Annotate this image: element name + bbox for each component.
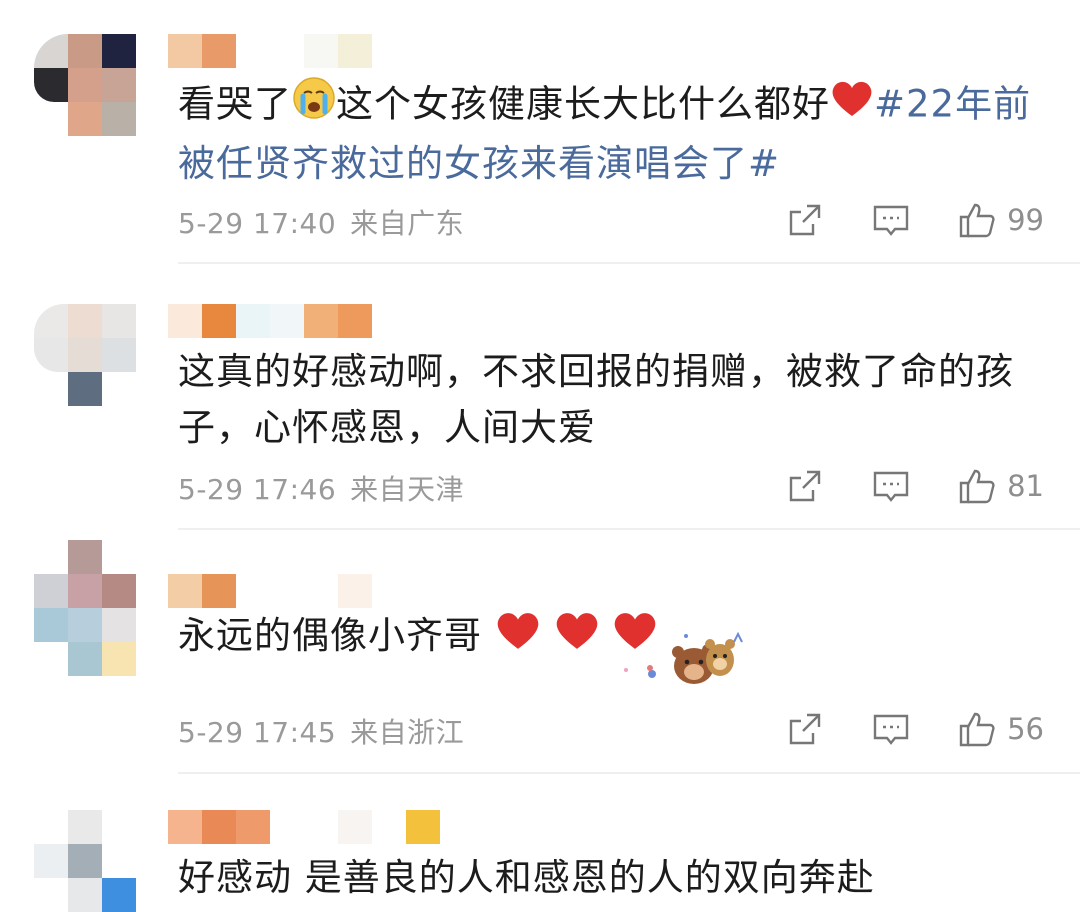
comment-icon[interactable] [871,466,911,506]
comment-text: 看哭了 这个女孩健康长大比什么都好 #22年前被任贤齐救过的女孩来看演唱会了# [178,76,1038,192]
divider [178,262,1080,264]
comment-text: 这真的好感动啊，不求回报的捐赠，被救了命的孩子，心怀感恩，人间大爱 [178,350,1014,449]
username[interactable] [168,810,440,844]
ip-location: 来自广东 [350,207,465,240]
like-button[interactable]: 56 [957,709,1044,749]
timestamp: 5-29 17:40 [178,207,337,240]
like-count: 99 [1007,203,1044,237]
like-button[interactable]: 81 [957,466,1044,506]
share-icon[interactable] [785,709,825,749]
share-icon[interactable] [785,466,825,506]
red-heart-emoji [830,78,874,134]
bear-sticker [624,631,743,684]
like-count: 56 [1007,712,1044,746]
comment-meta: 5-29 17:45 来自浙江 [178,711,478,751]
username[interactable] [168,304,408,338]
crying-face-emoji [292,76,336,136]
comment-text: 永远的偶像小齐哥 [178,608,1038,667]
action-bar: 56 [785,709,1044,749]
red-heart-emoji [554,609,600,667]
timestamp: 5-29 17:46 [178,473,337,506]
thumbs-up-icon [959,469,995,504]
like-count: 81 [1007,469,1044,503]
action-bar: 99 [785,200,1044,240]
comment-meta: 5-29 17:40 来自广东 [178,202,478,242]
timestamp: 5-29 17:45 [178,716,337,749]
like-button[interactable]: 99 [957,200,1044,240]
comment-icon[interactable] [871,709,911,749]
action-bar: 81 [785,466,1044,506]
red-heart-emoji [495,609,541,667]
username[interactable] [168,34,408,68]
avatar[interactable] [34,540,136,676]
comment-text: 好感动 是善良的人和感恩的人的双向奔赴 [178,856,875,899]
comment-meta: 5-29 17:46 来自天津 [178,468,478,508]
share-icon[interactable] [785,200,825,240]
avatar[interactable] [34,810,136,912]
avatar[interactable] [34,304,136,406]
divider [178,528,1080,530]
divider [178,772,1080,774]
comment-icon[interactable] [871,200,911,240]
avatar[interactable] [34,34,136,136]
ip-location: 来自天津 [350,473,465,506]
thumbs-up-icon [959,712,995,747]
ip-location: 来自浙江 [350,716,465,749]
username[interactable] [168,574,408,608]
thumbs-up-icon [959,203,995,238]
